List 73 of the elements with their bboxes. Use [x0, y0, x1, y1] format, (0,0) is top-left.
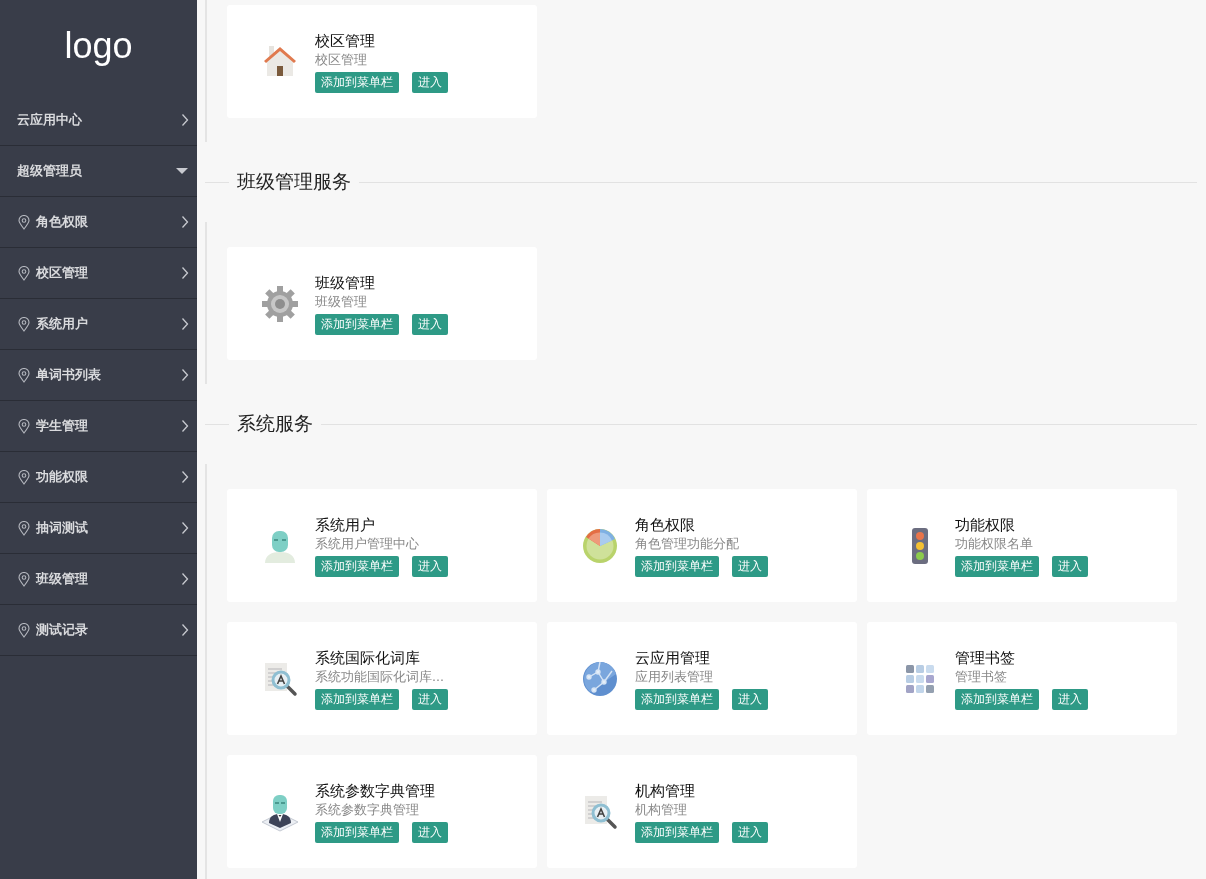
location-pin-icon [18, 265, 30, 281]
chevron-right-icon [181, 470, 189, 484]
sidebar-item[interactable]: 功能权限 [0, 452, 197, 503]
add-to-menu-button[interactable]: 添加到菜单栏 [315, 688, 399, 710]
sidebar-item[interactable]: 系统用户 [0, 299, 197, 350]
sidebar-item[interactable]: 班级管理 [0, 554, 197, 605]
enter-button[interactable]: 进入 [1052, 555, 1088, 577]
add-to-menu-button[interactable]: 添加到菜单栏 [635, 555, 719, 577]
card-description: 系统功能国际化词库... [315, 667, 444, 686]
add-to-menu-button[interactable]: 添加到菜单栏 [635, 688, 719, 710]
card-title: 系统参数字典管理 [315, 780, 435, 801]
chevron-right-icon [181, 266, 189, 280]
section-title: 系统服务 [237, 411, 313, 436]
location-pin-icon [18, 469, 30, 485]
add-to-menu-button[interactable]: 添加到菜单栏 [315, 71, 399, 93]
enter-button[interactable]: 进入 [412, 688, 448, 710]
chevron-right-icon [181, 572, 189, 586]
sidebar-item[interactable]: 云应用中心 [0, 95, 197, 146]
add-to-menu-button[interactable]: 添加到菜单栏 [315, 313, 399, 335]
card-description: 系统参数字典管理 [315, 800, 419, 819]
add-to-menu-button[interactable]: 添加到菜单栏 [955, 688, 1039, 710]
add-to-menu-button[interactable]: 添加到菜单栏 [315, 821, 399, 843]
location-pin-icon [18, 622, 30, 638]
enter-button[interactable]: 进入 [412, 555, 448, 577]
enter-button[interactable]: 进入 [412, 71, 448, 93]
chevron-right-icon [181, 368, 189, 382]
location-pin-icon [18, 367, 30, 383]
location-pin-icon [18, 316, 30, 332]
card-description: 应用列表管理 [635, 667, 713, 686]
location-pin-icon [18, 571, 30, 587]
location-pin-icon [18, 214, 30, 230]
sidebar-item[interactable]: 单词书列表 [0, 350, 197, 401]
chevron-right-icon [181, 623, 189, 637]
card-description: 系统用户管理中心 [315, 534, 419, 553]
card-title: 功能权限 [955, 514, 1015, 535]
add-to-menu-button[interactable]: 添加到菜单栏 [635, 821, 719, 843]
card-title: 管理书签 [955, 647, 1015, 668]
card-title: 系统用户 [315, 514, 375, 535]
card-title: 系统国际化词库 [315, 647, 420, 668]
logo: logo [64, 23, 133, 68]
card-description: 功能权限名单 [955, 534, 1033, 553]
card-title: 云应用管理 [635, 647, 710, 668]
add-to-menu-button[interactable]: 添加到菜单栏 [315, 555, 399, 577]
enter-button[interactable]: 进入 [732, 688, 768, 710]
card-description: 角色管理功能分配 [635, 534, 739, 553]
add-to-menu-button[interactable]: 添加到菜单栏 [955, 555, 1039, 577]
sidebar-item[interactable]: 超级管理员 [0, 146, 197, 197]
sidebar-item[interactable]: 角色权限 [0, 197, 197, 248]
section-title: 班级管理服务 [237, 169, 351, 194]
enter-button[interactable]: 进入 [732, 555, 768, 577]
sidebar-item[interactable]: 测试记录 [0, 605, 197, 656]
card-description: 班级管理 [315, 292, 367, 311]
card-title: 校区管理 [315, 30, 375, 51]
card-description: 机构管理 [635, 800, 687, 819]
sidebar-item[interactable]: 校区管理 [0, 248, 197, 299]
chevron-right-icon [181, 317, 189, 331]
card-title: 机构管理 [635, 780, 695, 801]
card-title: 班级管理 [315, 272, 375, 293]
enter-button[interactable]: 进入 [412, 313, 448, 335]
card-description: 校区管理 [315, 50, 367, 69]
chevron-right-icon [181, 215, 189, 229]
enter-button[interactable]: 进入 [732, 821, 768, 843]
chevron-right-icon [181, 419, 189, 433]
enter-button[interactable]: 进入 [412, 821, 448, 843]
enter-button[interactable]: 进入 [1052, 688, 1088, 710]
chevron-right-icon [181, 521, 189, 535]
card-description: 管理书签 [955, 667, 1007, 686]
sidebar-item[interactable]: 抽词测试 [0, 503, 197, 554]
location-pin-icon [18, 418, 30, 434]
location-pin-icon [18, 520, 30, 536]
gear-icon [260, 283, 300, 324]
sidebar-item[interactable]: 学生管理 [0, 401, 197, 452]
card-title: 角色权限 [635, 514, 695, 535]
